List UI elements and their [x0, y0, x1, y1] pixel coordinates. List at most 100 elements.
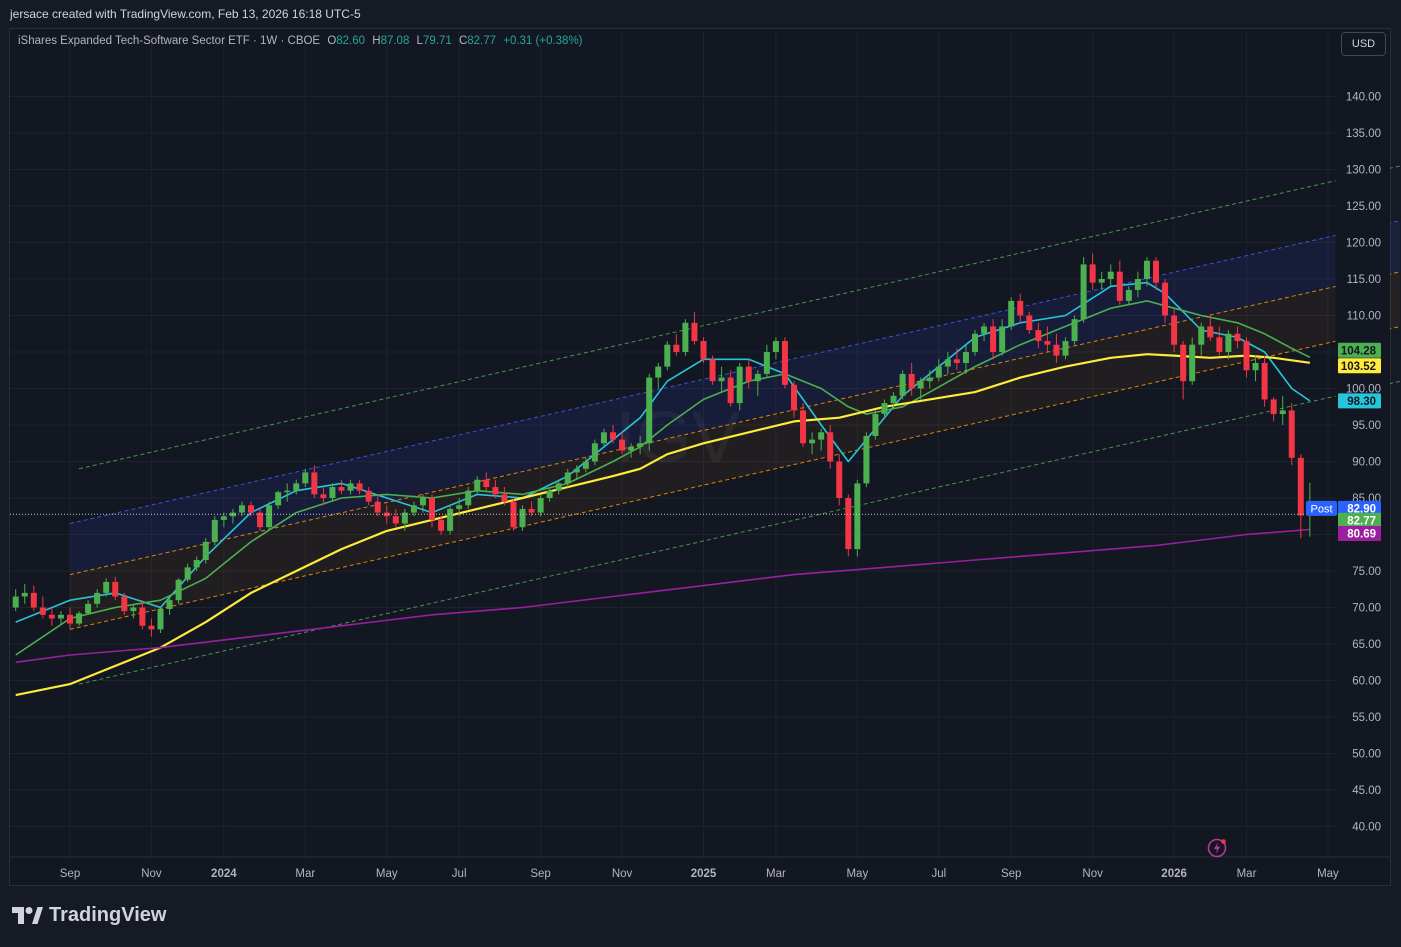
candle-body	[284, 490, 291, 493]
candle-body	[1162, 282, 1169, 316]
post-market-label: Post	[1310, 503, 1332, 515]
candle-body	[972, 333, 978, 352]
candle-body	[302, 472, 309, 484]
candle-body	[1225, 333, 1232, 352]
tradingview-logo-icon	[12, 907, 43, 924]
candle-body	[546, 490, 553, 498]
tradingview-brand: TradingView	[49, 904, 167, 926]
time-tick-label: May	[376, 868, 398, 880]
candle-body	[238, 505, 245, 513]
candle-body	[257, 512, 264, 528]
candle-body	[21, 592, 28, 597]
candle-body	[555, 483, 562, 491]
candle-body	[103, 581, 110, 593]
price-tick-label: 120.00	[1346, 238, 1381, 250]
candle-body	[1297, 457, 1304, 516]
time-tick-label: Mar	[1237, 868, 1257, 880]
candle-body	[1116, 271, 1123, 301]
candle-body	[148, 625, 155, 630]
time-tick-label: 2026	[1161, 868, 1187, 880]
price-tick-label: 45.00	[1352, 785, 1381, 797]
candle-body	[1026, 315, 1033, 331]
candle-body	[1279, 410, 1286, 415]
candle-body	[193, 560, 200, 568]
candle-body	[48, 614, 55, 619]
candle-body	[76, 613, 83, 624]
candle-body	[1270, 399, 1277, 415]
candle-body	[926, 377, 933, 382]
low-value: 79.71	[422, 35, 452, 47]
candle-body	[600, 432, 607, 444]
candle-body	[392, 516, 399, 524]
close-value: 82.77	[467, 35, 497, 47]
candle-body	[1107, 271, 1114, 279]
candle-body	[338, 487, 345, 491]
candle-body	[293, 483, 300, 491]
candle-body	[1216, 337, 1223, 352]
high-value: 87.08	[380, 35, 410, 47]
candle-body	[564, 472, 571, 484]
candle-body	[619, 439, 626, 451]
candle-body	[872, 414, 879, 436]
candle-body	[39, 607, 46, 615]
candle-body	[94, 592, 101, 604]
candle-body	[664, 344, 671, 367]
symbol-legend[interactable]: iShares Expanded Tech-Software Sector ET…	[18, 35, 583, 47]
candle-body	[935, 366, 942, 378]
time-tick-label: Sep	[530, 868, 550, 880]
candle-body	[456, 505, 463, 509]
candle-body	[709, 359, 716, 382]
currency-button[interactable]: USD	[1341, 32, 1386, 56]
candle-body	[573, 468, 580, 473]
instrument-title[interactable]: iShares Expanded Tech-Software Sector ET…	[18, 35, 320, 47]
candle-body	[1017, 300, 1024, 316]
candle-body	[329, 487, 336, 498]
candle-body	[1198, 326, 1205, 345]
time-tick-label: 2025	[691, 868, 717, 880]
candle-body	[1125, 289, 1132, 301]
candle-body	[610, 432, 616, 440]
candle-body	[908, 373, 915, 389]
candle-body	[121, 596, 128, 612]
tradingview-logo[interactable]: TradingView	[12, 904, 166, 927]
candle-body	[881, 403, 888, 415]
lightning-icon[interactable]	[1207, 836, 1229, 858]
candle-body	[175, 579, 182, 601]
candle-body	[944, 359, 951, 367]
candle-body	[1243, 341, 1250, 371]
price-tick-label: 110.00	[1347, 311, 1381, 323]
candle-body	[537, 498, 544, 513]
candle-body	[845, 498, 852, 550]
time-tick-label: Nov	[141, 868, 162, 880]
candle-body	[166, 600, 173, 609]
candle-body	[85, 603, 92, 614]
time-tick-label: Nov	[612, 868, 633, 880]
candle-body	[528, 508, 535, 513]
candle-body	[691, 322, 698, 342]
candle-body	[248, 505, 254, 513]
price-tick-label: 140.00	[1346, 92, 1381, 104]
candle-body	[139, 607, 146, 626]
candle-body	[1252, 362, 1259, 371]
candle-body	[438, 519, 445, 531]
candle-body	[745, 366, 752, 382]
candle-body	[311, 472, 318, 495]
candle-body	[67, 614, 73, 624]
open-value: 82.60	[336, 35, 366, 47]
candle-body	[157, 608, 164, 630]
price-tick-label: 95.00	[1352, 420, 1381, 432]
candle-body	[990, 326, 997, 352]
candle-body	[30, 592, 37, 608]
candle-body	[1189, 344, 1196, 382]
price-tick-label: 70.00	[1352, 603, 1381, 615]
chart-canvas[interactable]: IGV40.0045.0050.0055.0060.0065.0070.0075…	[0, 0, 1401, 947]
candle-body	[836, 461, 843, 498]
price-axis-panel	[1336, 29, 1390, 857]
candle-body	[112, 581, 119, 597]
candle-body	[917, 381, 924, 389]
candle-body	[356, 483, 363, 491]
time-tick-label: Nov	[1082, 868, 1103, 880]
price-tick-label: 60.00	[1352, 676, 1381, 688]
candle-body	[429, 498, 435, 520]
candle-body	[754, 373, 761, 382]
